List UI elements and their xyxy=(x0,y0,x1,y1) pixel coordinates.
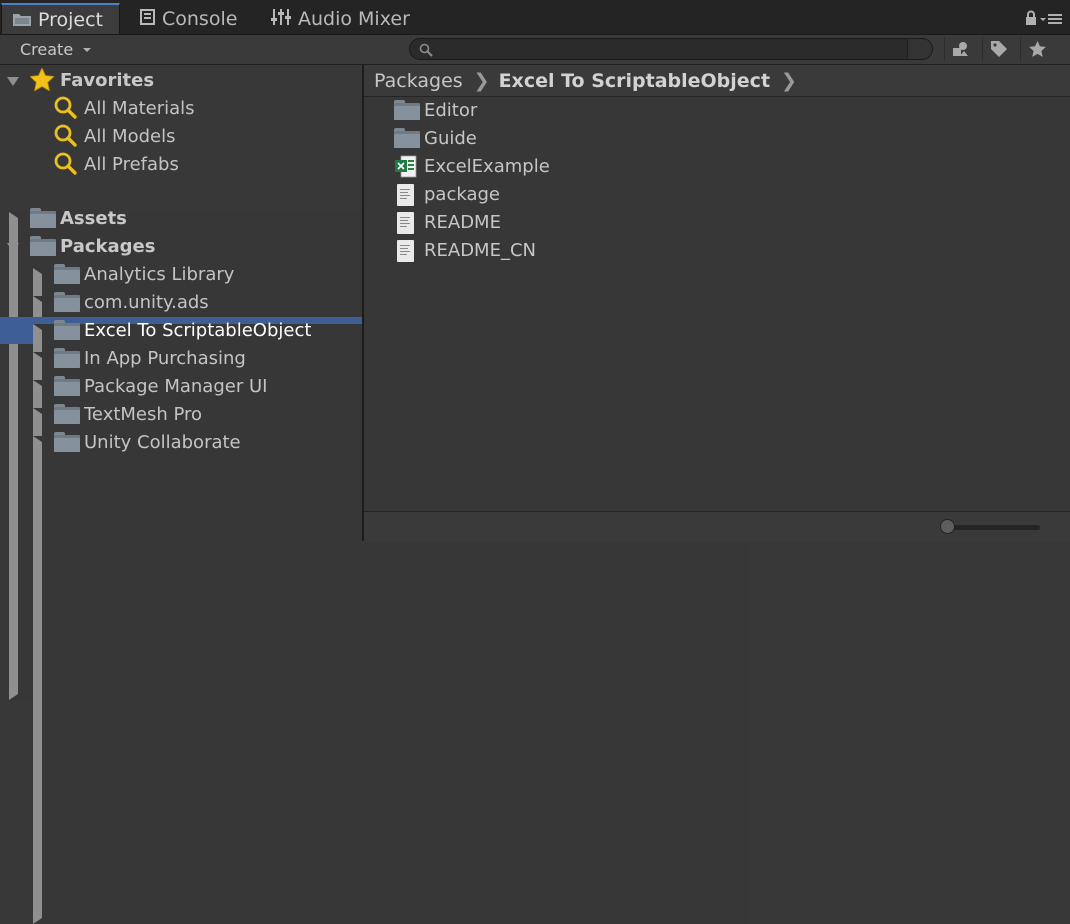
tree-item-all-prefabs[interactable]: All Prefabs xyxy=(0,151,362,178)
text-file-icon xyxy=(397,240,414,262)
folder-contents: Packages ❯ Excel To ScriptableObject ❯ E… xyxy=(364,65,1070,542)
chevron-right-icon: ❯ xyxy=(473,69,490,92)
tree-item-assets[interactable]: Assets xyxy=(0,205,724,700)
chevron-right-icon: ❯ xyxy=(781,69,797,92)
tree-item-label: Analytics Library xyxy=(84,264,235,285)
search-icon xyxy=(419,42,433,61)
search-field[interactable] xyxy=(409,38,933,60)
window-menu-icon[interactable] xyxy=(1040,10,1062,29)
favorite-star-icon[interactable] xyxy=(1020,37,1053,61)
filter-by-type-icon[interactable] xyxy=(944,37,977,61)
asset-label: Guide xyxy=(424,128,477,149)
asset-label: README xyxy=(424,212,501,233)
folder-icon xyxy=(13,9,31,31)
tree-item-all-models[interactable]: All Models xyxy=(0,123,362,150)
saved-search-icon xyxy=(54,124,78,148)
star-icon xyxy=(29,67,55,96)
folder-icon xyxy=(54,348,80,368)
tree-item-package[interactable]: TextMesh Pro xyxy=(0,401,748,896)
tab-console[interactable]: Console xyxy=(140,4,237,34)
asset-item[interactable]: ExcelExample xyxy=(364,153,664,180)
folder-icon xyxy=(394,100,420,120)
asset-label: package xyxy=(424,184,500,205)
tab-label: Console xyxy=(162,8,238,30)
tree-item-label: Packages xyxy=(60,236,156,257)
tree-item-label: All Materials xyxy=(84,98,195,119)
asset-item[interactable]: README_CN xyxy=(364,237,664,264)
tab-label: Project xyxy=(38,8,104,31)
lock-icon[interactable] xyxy=(1025,10,1037,29)
breadcrumb-item-current[interactable]: Excel To ScriptableObject xyxy=(499,70,770,92)
console-icon xyxy=(140,8,155,30)
asset-label: Editor xyxy=(424,100,478,121)
text-file-icon xyxy=(397,184,414,206)
asset-label: ExcelExample xyxy=(424,156,550,177)
tree-item-label: Unity Collaborate xyxy=(84,432,241,453)
tree-item-label: In App Purchasing xyxy=(84,348,246,369)
tree-item-label: Excel To ScriptableObject xyxy=(84,320,312,341)
project-toolbar: Create xyxy=(0,35,1070,65)
tree-item-package[interactable]: Analytics Library xyxy=(0,261,748,756)
chevron-down-icon xyxy=(83,48,91,52)
tree-item-favorites[interactable]: Favorites xyxy=(0,67,362,94)
folder-icon xyxy=(54,404,80,424)
tree-item-all-materials[interactable]: All Materials xyxy=(0,95,362,122)
breadcrumb: Packages ❯ Excel To ScriptableObject ❯ xyxy=(364,65,1070,97)
status-bar xyxy=(364,511,1070,542)
folder-icon xyxy=(30,208,56,228)
folder-icon xyxy=(54,376,80,396)
folder-icon xyxy=(54,432,80,452)
tree-item-package[interactable]: Unity Collaborate xyxy=(0,429,748,924)
expand-arrow-icon[interactable] xyxy=(7,77,19,86)
folder-icon xyxy=(54,320,80,340)
mixer-icon xyxy=(271,8,291,31)
tree-item-label: com.unity.ads xyxy=(84,292,209,313)
tree-item-label: TextMesh Pro xyxy=(84,404,203,425)
tree-item-label: All Models xyxy=(84,126,176,147)
tree-item-package[interactable]: com.unity.ads xyxy=(0,289,748,784)
saved-search-icon xyxy=(54,96,78,120)
excel-file-icon xyxy=(395,155,417,178)
folder-tree: Favorites All Materials All Models All P… xyxy=(0,65,748,924)
asset-label: README_CN xyxy=(424,240,536,261)
create-button-label: Create xyxy=(20,39,74,59)
folder-icon xyxy=(54,292,80,312)
folder-icon xyxy=(54,264,80,284)
saved-search-icon xyxy=(54,152,78,176)
tree-item-label: All Prefabs xyxy=(84,154,179,175)
zoom-slider-thumb[interactable] xyxy=(940,519,955,534)
zoom-slider-track[interactable] xyxy=(944,525,1040,530)
folder-icon xyxy=(30,236,56,256)
tab-project[interactable]: Project xyxy=(1,3,120,34)
tree-item-label: Favorites xyxy=(60,70,155,91)
asset-item[interactable]: Guide xyxy=(364,125,664,152)
tree-item-label: Package Manager UI xyxy=(84,376,268,397)
tree-item-package[interactable]: In App Purchasing xyxy=(0,345,748,840)
window-tab-bar: Project Console Audio Mixer xyxy=(0,0,1070,35)
asset-item[interactable]: README xyxy=(364,209,664,236)
tree-item-label: Assets xyxy=(60,208,127,229)
create-button[interactable]: Create xyxy=(11,37,97,61)
window-options xyxy=(1025,10,1062,29)
tab-label: Audio Mixer xyxy=(298,8,410,30)
filter-by-label-icon[interactable] xyxy=(982,37,1015,61)
folder-icon xyxy=(394,128,420,148)
text-file-icon xyxy=(397,212,414,234)
breadcrumb-item[interactable]: Packages xyxy=(374,70,463,92)
asset-item[interactable]: package xyxy=(364,181,664,208)
asset-item[interactable]: Editor xyxy=(364,97,664,124)
search-cancel-button[interactable] xyxy=(907,39,932,59)
tree-item-package[interactable]: Package Manager UI xyxy=(0,373,748,868)
tab-audio-mixer[interactable]: Audio Mixer xyxy=(271,4,410,34)
tree-item-package-selected[interactable]: Excel To ScriptableObject xyxy=(0,317,748,812)
tree-item-packages[interactable]: Packages xyxy=(0,233,362,260)
expand-arrow-icon[interactable] xyxy=(7,243,19,252)
